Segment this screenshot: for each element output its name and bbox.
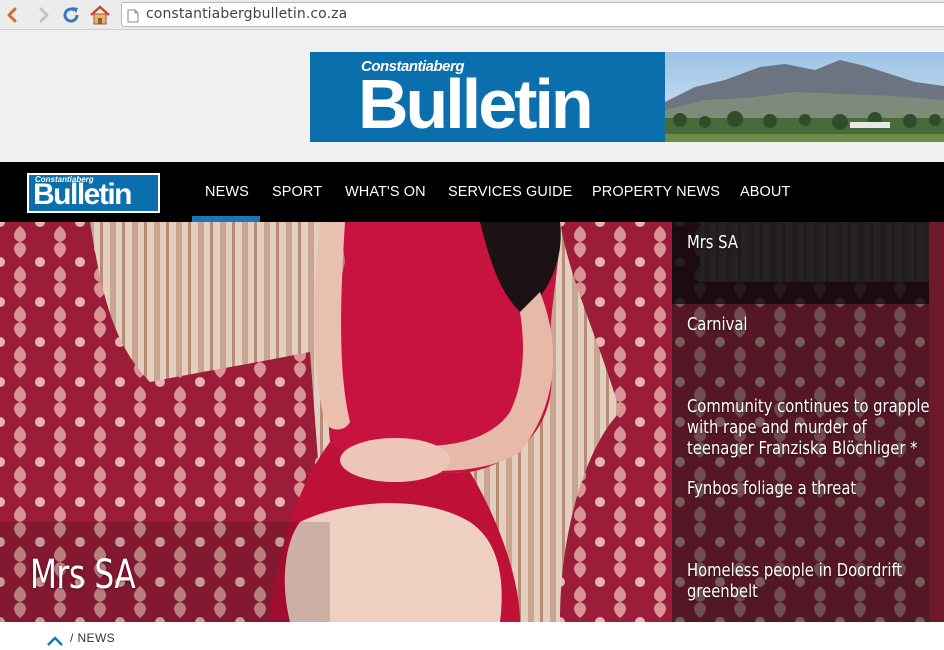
mountain-photo (665, 52, 944, 142)
masthead-logo: Constantiaberg Bulletin (310, 52, 665, 143)
back-arrow-icon[interactable] (2, 4, 24, 26)
home-icon[interactable] (46, 631, 64, 650)
reload-icon[interactable] (60, 4, 82, 26)
url-text: constantiabergbulletin.co.za (146, 6, 348, 22)
nav-item-sport[interactable]: SPORT (272, 184, 322, 200)
headline-community[interactable]: Community continues to grapple with rape… (687, 396, 933, 459)
hero-edge (929, 222, 944, 622)
home-icon[interactable] (89, 4, 111, 26)
headline-list: Mrs SA Carnival Community continues to g… (672, 222, 930, 622)
browser-toolbar: constantiabergbulletin.co.za (0, 0, 944, 30)
hero-caption[interactable]: Mrs SA (30, 552, 136, 598)
nav-item-whats-on[interactable]: WHAT'S ON (345, 184, 426, 200)
masthead-banner[interactable]: Constantiaberg Bulletin (310, 52, 944, 143)
nav-item-news[interactable]: NEWS (205, 184, 249, 200)
nav-item-about[interactable]: ABOUT (740, 184, 790, 200)
headline-fynbos[interactable]: Fynbos foliage a threat (687, 478, 933, 499)
nav-item-property-news[interactable]: PROPERTY NEWS (592, 184, 720, 200)
page-icon (127, 8, 139, 27)
header-area: Constantiaberg Bulletin (0, 30, 944, 162)
headline-mrs-sa[interactable]: Mrs SA (687, 232, 933, 253)
nav-logo[interactable]: Constantiaberg Bulletin (27, 173, 160, 213)
headline-carnival[interactable]: Carnival (687, 314, 933, 335)
nav-logo-big: Bulletin (33, 178, 133, 211)
address-bar[interactable]: constantiabergbulletin.co.za (121, 2, 944, 27)
masthead-big-title: Bulletin (358, 65, 594, 143)
headline-homeless[interactable]: Homeless people in Doordrift greenbelt (687, 560, 933, 602)
hero-slider[interactable]: Mrs SA Carnival Community continues to g… (0, 222, 944, 622)
breadcrumb-news[interactable]: / NEWS (70, 631, 115, 645)
main-navigation: Constantiaberg Bulletin NEWS SPORT WHAT'… (0, 162, 944, 222)
nav-item-services-guide[interactable]: SERVICES GUIDE (448, 184, 572, 200)
forward-arrow-icon[interactable] (32, 4, 54, 26)
breadcrumb: / NEWS (0, 622, 944, 646)
